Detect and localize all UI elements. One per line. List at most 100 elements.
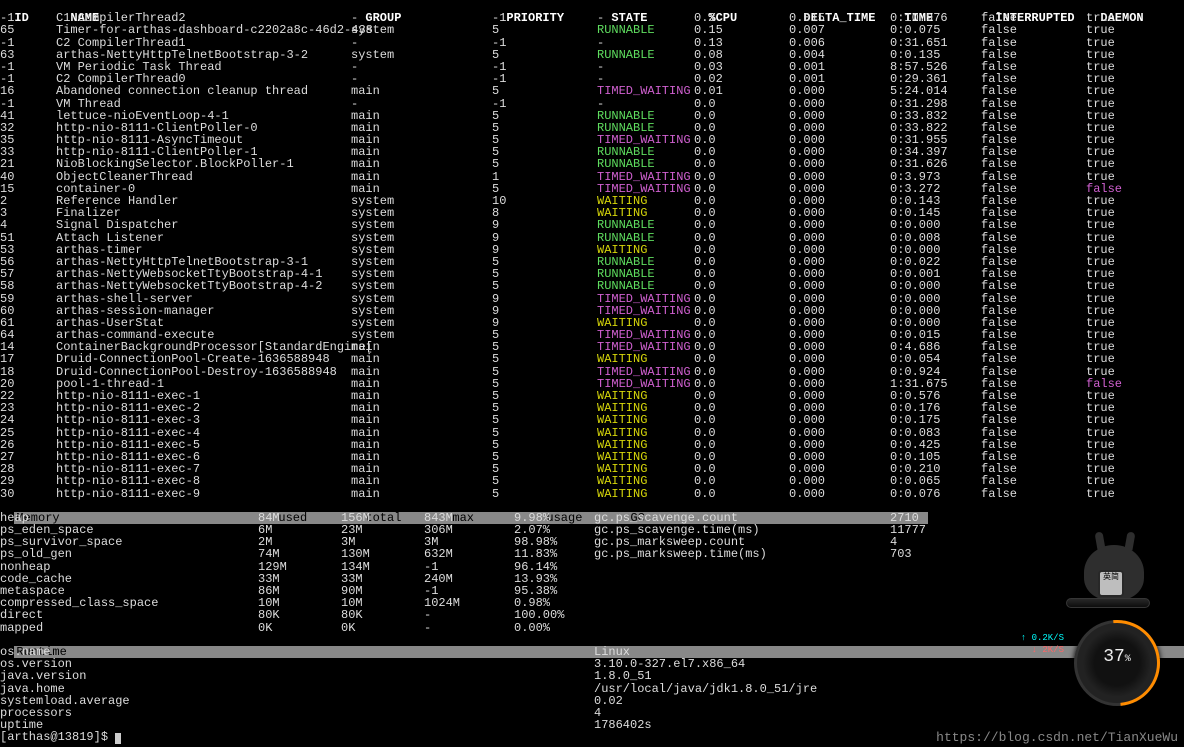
cell-priority: -1 (492, 61, 597, 73)
mem-usage: 11.83% (514, 548, 594, 560)
cell-time: 0:0.000 (890, 219, 981, 231)
cell-state: WAITING (597, 488, 694, 500)
cell-priority: 5 (492, 390, 597, 402)
runtime-row: java.version1.8.0_51 (0, 670, 1184, 682)
runtime-key: java.version (0, 670, 594, 682)
cell-name: arthas-shell-server (56, 293, 351, 305)
cell-priority: 5 (492, 427, 597, 439)
runtime-key: java.home (0, 683, 594, 695)
cell-delta-time: 0.000 (789, 171, 890, 183)
table-row: -1VM Thread--1-0.00.0000:31.298falsetrue (0, 98, 1184, 110)
cell-group: main (351, 427, 492, 439)
cell-delta-time: 0.000 (789, 427, 890, 439)
runtime-value: 4 (594, 707, 1094, 719)
memory-row: mapped0K0K-0.00% (0, 622, 1184, 634)
cell-priority: 8 (492, 207, 597, 219)
mem-total: 80K (341, 609, 424, 621)
cell-state: RUNNABLE (597, 24, 694, 36)
cell-state: RUNNABLE (597, 158, 694, 170)
cell-cpu: 0.0 (694, 158, 789, 170)
cell-delta-time: 0.006 (789, 37, 890, 49)
table-row: 4Signal Dispatchersystem9RUNNABLE0.00.00… (0, 219, 1184, 231)
cell-time: 0:31.626 (890, 158, 981, 170)
table-row: 59arthas-shell-serversystem9TIMED_WAITIN… (0, 293, 1184, 305)
cell-state: WAITING (597, 475, 694, 487)
cell-cpu: 0.0 (694, 293, 789, 305)
avatar-widget[interactable]: 英简 (1064, 540, 1154, 610)
cell-id: 15 (0, 183, 56, 195)
cell-group: system (351, 280, 492, 292)
cell-id: 18 (0, 366, 56, 378)
cell-daemon: true (1086, 475, 1146, 487)
cell-state: - (597, 61, 694, 73)
gauge-value: 37% (1077, 651, 1157, 666)
download-speed: ↓ 2K/S (1021, 644, 1064, 656)
cell-name: http-nio-8111-exec-4 (56, 427, 351, 439)
cell-group: main (351, 366, 492, 378)
cell-name: ObjectCleanerThread (56, 171, 351, 183)
avatar-badge: 英简 (1098, 570, 1124, 597)
cell-state: TIMED_WAITING (597, 293, 694, 305)
mem-max: - (424, 609, 514, 621)
cell-priority: -1 (492, 73, 597, 85)
cell-interrupted: false (981, 37, 1086, 49)
mem-total: 130M (341, 548, 424, 560)
runtime-row: os.version3.10.0-327.el7.x86_64 (0, 658, 1184, 670)
cell-interrupted: false (981, 171, 1086, 183)
cell-priority: 5 (492, 329, 597, 341)
runtime-key: processors (0, 707, 594, 719)
cell-interrupted: false (981, 475, 1086, 487)
mem-name: ps_old_gen (0, 548, 258, 560)
cell-delta-time: 0.000 (789, 85, 890, 97)
cell-id: 65 (0, 24, 56, 36)
cell-name: C2 CompilerThread1 (56, 37, 351, 49)
cell-priority: 5 (492, 268, 597, 280)
cell-priority: 9 (492, 293, 597, 305)
cell-priority: -1 (492, 12, 597, 24)
cell-group: main (351, 171, 492, 183)
cell-cpu: 0.0 (694, 427, 789, 439)
cell-interrupted: false (981, 24, 1086, 36)
cell-group: main (351, 353, 492, 365)
cell-priority: 5 (492, 341, 597, 353)
network-speed-widget: ↑ 0.2K/S ↓ 2K/S (1021, 632, 1064, 656)
runtime-value: /usr/local/java/jdk1.8.0_51/jre (594, 683, 1094, 695)
gc-value: 703 (890, 548, 990, 560)
cell-time: 0:0.076 (890, 488, 981, 500)
cell-state: - (597, 98, 694, 110)
cpu-gauge-widget[interactable]: 37% (1074, 620, 1174, 720)
cell-priority: 5 (492, 353, 597, 365)
cell-id: 4 (0, 219, 56, 231)
cell-name: Timer-for-arthas-dashboard-c2202a8c-46d2… (56, 24, 351, 36)
cell-daemon: true (1086, 98, 1146, 110)
cell-cpu: 0.13 (694, 37, 789, 49)
cell-state: WAITING (597, 427, 694, 439)
mem-usage: 0.00% (514, 622, 594, 634)
cell-priority: 5 (492, 110, 597, 122)
cell-id: 24 (0, 414, 56, 426)
cell-cpu: 0.0 (694, 98, 789, 110)
cell-priority: 5 (492, 378, 597, 390)
cell-group: main (351, 488, 492, 500)
cell-cpu: 0.0 (694, 488, 789, 500)
upload-speed: ↑ 0.2K/S (1021, 632, 1064, 644)
cell-priority: 9 (492, 244, 597, 256)
cell-group: - (351, 98, 492, 110)
cell-daemon: true (1086, 427, 1146, 439)
cell-interrupted: false (981, 158, 1086, 170)
cell-interrupted: false (981, 98, 1086, 110)
cell-daemon: true (1086, 488, 1146, 500)
cell-id: -1 (0, 37, 56, 49)
cell-priority: 5 (492, 414, 597, 426)
gc-key: gc.ps_marksweep.time(ms) (594, 548, 890, 560)
cell-daemon: true (1086, 85, 1146, 97)
cell-time: 0:0.083 (890, 427, 981, 439)
cell-priority: 5 (492, 146, 597, 158)
cell-daemon: true (1086, 158, 1146, 170)
cell-time: 0:0.065 (890, 475, 981, 487)
cell-delta-time: 0.000 (789, 353, 890, 365)
table-row: 29http-nio-8111-exec-8main5WAITING0.00.0… (0, 475, 1184, 487)
cell-id: 3 (0, 207, 56, 219)
runtime-table-body: os.nameLinuxos.version3.10.0-327.el7.x86… (0, 646, 1184, 731)
runtime-key: os.version (0, 658, 594, 670)
